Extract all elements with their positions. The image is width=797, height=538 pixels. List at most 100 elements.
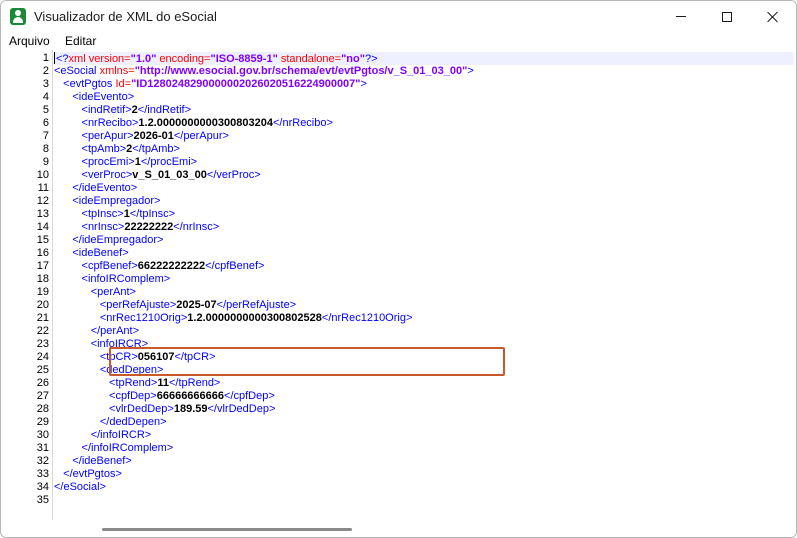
xml-attribute: xml bbox=[68, 53, 89, 65]
minimize-button[interactable] bbox=[658, 1, 704, 32]
window-title: Visualizador de XML do eSocial bbox=[34, 9, 217, 24]
code-line[interactable]: </ideEmpregador> bbox=[54, 234, 794, 247]
code-line[interactable]: <eSocial xmlns="http://www.esocial.gov.b… bbox=[54, 65, 794, 78]
code-line[interactable]: <indRetif>2</indRetif> bbox=[54, 104, 794, 117]
line-number: 12 bbox=[36, 195, 49, 207]
xml-tag: <nrInsc> bbox=[81, 221, 125, 233]
xml-tag: </evtPgtos> bbox=[63, 468, 122, 480]
xml-tag: <tpRend> bbox=[109, 377, 158, 389]
code-line[interactable]: </eSocial> bbox=[54, 481, 794, 494]
line-number: 35 bbox=[36, 494, 49, 506]
code-line[interactable]: <cpfDep>66666666666</cpfDep> bbox=[54, 390, 794, 403]
line-number: 33 bbox=[36, 468, 49, 480]
xml-tag: <nrRec1210Orig> bbox=[99, 312, 188, 324]
code-line[interactable]: </ideBenef> bbox=[54, 455, 794, 468]
code-line[interactable]: <perApur>2026-01</perApur> bbox=[54, 130, 794, 143]
line-number: 26 bbox=[36, 377, 49, 389]
xml-tag: <cpfBenef> bbox=[81, 260, 138, 272]
code-line[interactable]: <procEmi>1</procEmi> bbox=[54, 156, 794, 169]
line-number: 18 bbox=[36, 273, 49, 285]
xml-tag: <cpfDep> bbox=[109, 390, 157, 402]
code-line[interactable]: <cpfBenef>66222222222</cpfBenef> bbox=[54, 260, 794, 273]
xml-tag: <infoIRComplem> bbox=[81, 273, 171, 285]
xml-text-value: 11 bbox=[157, 377, 169, 389]
xml-text-value: 22222222 bbox=[124, 221, 174, 233]
xml-tag: </indRetif> bbox=[137, 104, 191, 116]
code-line[interactable]: </infoIRComplem> bbox=[54, 442, 794, 455]
xml-tag: <verProc> bbox=[81, 169, 133, 181]
menu-bar: Arquivo Editar bbox=[1, 32, 796, 50]
xml-tag: <eSocial bbox=[54, 65, 100, 77]
menu-arquivo[interactable]: Arquivo bbox=[9, 34, 50, 48]
close-button[interactable] bbox=[750, 1, 796, 32]
code-line[interactable]: <vlrDedDep>189.59</vlrDedDep> bbox=[54, 403, 794, 416]
code-lines[interactable]: <?xml version="1.0" encoding="ISO-8859-1… bbox=[54, 52, 794, 507]
xml-tag: <nrRecibo> bbox=[81, 117, 139, 129]
menu-editar[interactable]: Editar bbox=[65, 34, 96, 48]
code-line[interactable]: <tpCR>056107</tpCR> bbox=[54, 351, 794, 364]
xml-tag: <ideEvento> bbox=[72, 91, 135, 103]
code-line[interactable]: <dedDepen> bbox=[54, 364, 794, 377]
code-line[interactable]: <nrInsc>22222222</nrInsc> bbox=[54, 221, 794, 234]
code-line[interactable]: <ideEmpregador> bbox=[54, 195, 794, 208]
line-number: 13 bbox=[36, 208, 49, 220]
xml-tag: </dedDepen> bbox=[99, 416, 167, 428]
code-line[interactable]: </infoIRCR> bbox=[54, 429, 794, 442]
xml-tag: </perAnt> bbox=[90, 325, 140, 337]
code-line[interactable]: <nrRecibo>1.2.0000000000300803204</nrRec… bbox=[54, 117, 794, 130]
xml-tag: </infoIRComplem> bbox=[81, 442, 174, 454]
code-line[interactable]: <ideEvento> bbox=[54, 91, 794, 104]
line-number: 3 bbox=[42, 78, 49, 90]
code-line[interactable]: <tpRend>11</tpRend> bbox=[54, 377, 794, 390]
code-line[interactable]: </ideEvento> bbox=[54, 182, 794, 195]
horizontal-scrollbar-thumb[interactable] bbox=[102, 528, 352, 531]
code-line[interactable]: </perAnt> bbox=[54, 325, 794, 338]
code-line[interactable]: <perAnt> bbox=[54, 286, 794, 299]
code-line[interactable]: <infoIRCR> bbox=[54, 338, 794, 351]
code-line[interactable] bbox=[54, 494, 794, 507]
code-line[interactable]: <verProc>v_S_01_03_00</verProc> bbox=[54, 169, 794, 182]
code-line[interactable]: <tpInsc>1</tpInsc> bbox=[54, 208, 794, 221]
xml-tag: </tpRend> bbox=[168, 377, 221, 389]
line-number: 27 bbox=[36, 390, 49, 402]
xml-tag: </perRefAjuste> bbox=[216, 299, 297, 311]
xml-tag: </cpfDep> bbox=[224, 390, 275, 402]
code-line[interactable]: <perRefAjuste>2025-07</perRefAjuste> bbox=[54, 299, 794, 312]
line-number: 10 bbox=[36, 169, 49, 181]
xml-editor[interactable]: 1 2 3 4 5 6 7 8 9 10 11 12 13 14 15 16 17 18 19 20 21 22 23 24 2… bbox=[2, 50, 796, 520]
line-number: 30 bbox=[36, 429, 49, 441]
code-line[interactable]: <nrRec1210Orig>1.2.0000000000300802528</… bbox=[54, 312, 794, 325]
xml-text-value: 056107 bbox=[137, 351, 175, 363]
line-number: 24 bbox=[36, 351, 49, 363]
code-line[interactable]: <tpAmb>2</tpAmb> bbox=[54, 143, 794, 156]
xml-text-value: 66666666666 bbox=[156, 390, 225, 402]
code-line[interactable]: <ideBenef> bbox=[54, 247, 794, 260]
xml-attribute-value: "no" bbox=[341, 53, 365, 65]
line-number: 1 bbox=[42, 52, 49, 64]
code-line[interactable]: <infoIRComplem> bbox=[54, 273, 794, 286]
title-bar[interactable]: Visualizador de XML do eSocial bbox=[1, 1, 796, 32]
xml-tag: <perApur> bbox=[81, 130, 134, 142]
horizontal-scrollbar[interactable] bbox=[52, 525, 796, 533]
line-number: 28 bbox=[36, 403, 49, 415]
code-line[interactable]: </dedDepen> bbox=[54, 416, 794, 429]
maximize-button[interactable] bbox=[704, 1, 750, 32]
xml-tag: > bbox=[360, 78, 367, 90]
code-line[interactable]: <?xml version="1.0" encoding="ISO-8859-1… bbox=[54, 52, 794, 65]
code-line[interactable]: <evtPgtos Id="ID128024829000000202602051… bbox=[54, 78, 794, 91]
code-line[interactable]: </evtPgtos> bbox=[54, 468, 794, 481]
xml-tag: </eSocial> bbox=[54, 481, 106, 493]
xml-tag: <tpAmb> bbox=[81, 143, 127, 155]
line-number: 16 bbox=[36, 247, 49, 259]
